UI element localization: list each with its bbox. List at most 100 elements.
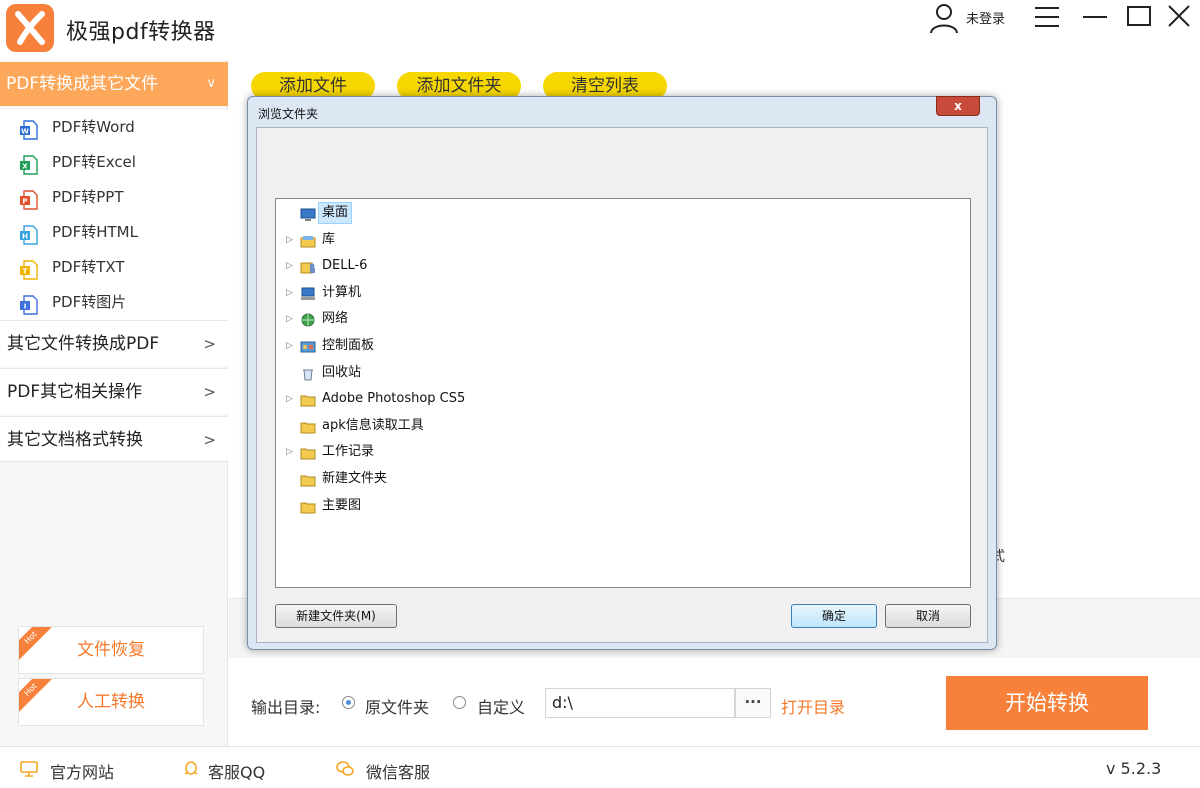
- browse-button[interactable]: ···: [735, 688, 771, 718]
- svg-text:X: X: [22, 163, 28, 171]
- expand-arrow-icon[interactable]: ▷: [286, 334, 293, 358]
- tree-node[interactable]: 回收站: [276, 361, 966, 385]
- ppt-file-icon: P: [20, 188, 38, 210]
- category-doc-format-convert[interactable]: 其它文档格式转换 >: [0, 416, 228, 462]
- official-website-link[interactable]: 官方网站: [50, 759, 114, 783]
- category-other-to-pdf[interactable]: 其它文件转换成PDF >: [0, 320, 228, 366]
- open-directory-link[interactable]: 打开目录: [781, 694, 845, 718]
- hot-badge: Hot: [19, 627, 56, 663]
- tree-node[interactable]: ▷ 库: [276, 228, 966, 252]
- sub-item-list: W PDF转Word X PDF转Excel P PDF转PPT H PDF转HTML T PDF…: [0, 110, 228, 320]
- maximize-button[interactable]: [1122, 2, 1156, 32]
- manual-convert-button[interactable]: Hot 人工转换: [18, 678, 204, 726]
- svg-text:P: P: [22, 198, 27, 206]
- category-label: 其它文件转换成PDF: [7, 334, 160, 354]
- category-label: PDF转换成其它文件: [6, 74, 159, 94]
- custom-label[interactable]: 自定义: [477, 694, 525, 718]
- tree-node[interactable]: ▷ 计算机: [276, 281, 966, 305]
- expand-arrow-icon[interactable]: ▷: [286, 440, 293, 464]
- network-icon: [300, 312, 316, 327]
- tree-node[interactable]: apk信息读取工具: [276, 414, 966, 438]
- category-pdf-other-ops[interactable]: PDF其它相关操作 >: [0, 368, 228, 414]
- computer-icon: [300, 286, 316, 300]
- close-button[interactable]: [1162, 2, 1196, 32]
- tree-node[interactable]: ▷ DELL-6: [276, 254, 966, 278]
- expand-arrow-icon[interactable]: ▷: [286, 254, 293, 278]
- folder-icon: [300, 392, 316, 407]
- sub-item-label: PDF转Word: [52, 118, 135, 136]
- category-pdf-to-other[interactable]: PDF转换成其它文件 ∨: [0, 62, 228, 106]
- wechat-support-link[interactable]: 微信客服: [366, 759, 430, 783]
- tree-node[interactable]: 新建文件夹: [276, 467, 966, 491]
- expand-arrow-icon[interactable]: ▷: [286, 281, 293, 305]
- sub-item-label: PDF转HTML: [52, 223, 138, 241]
- dialog-title: 浏览文件夹: [258, 107, 319, 121]
- sub-item-html[interactable]: H PDF转HTML: [0, 215, 228, 250]
- tree-node-label: DELL-6: [322, 258, 368, 274]
- sub-item-label: PDF转图片: [52, 293, 127, 311]
- sub-item-ppt[interactable]: P PDF转PPT: [0, 180, 228, 215]
- ok-button[interactable]: 确定: [791, 604, 877, 628]
- tree-node-label: 网络: [322, 311, 349, 327]
- tree-node-label: Adobe Photoshop CS5: [322, 391, 466, 407]
- hot-badge: Hot: [19, 679, 56, 715]
- tree-node-label: 库: [322, 231, 336, 247]
- expand-arrow-icon[interactable]: ▷: [286, 307, 293, 331]
- tree-node-label: apk信息读取工具: [322, 417, 424, 433]
- login-link[interactable]: 未登录: [966, 8, 1005, 27]
- sub-item-txt[interactable]: T PDF转TXT: [0, 250, 228, 285]
- folder-icon: [300, 472, 316, 487]
- folder-icon: [300, 445, 316, 460]
- chevron-down-icon: ∨: [206, 76, 216, 91]
- app-logo-icon: [6, 4, 54, 52]
- expand-arrow-icon[interactable]: ▷: [286, 387, 293, 411]
- browse-folder-dialog: 浏览文件夹 x 桌面 ▷ 库 ▷ DELL-6 ▷ 计算机 ▷ 网络 ▷ 控制面板 回收站 ▷ Adobe…: [247, 96, 997, 650]
- chevron-right-icon: >: [203, 383, 216, 401]
- file-recovery-label: 文件恢复: [77, 640, 145, 660]
- sub-item-图片[interactable]: I PDF转图片: [0, 285, 228, 320]
- control-panel-icon: [300, 339, 316, 353]
- manual-convert-label: 人工转换: [77, 692, 145, 712]
- sub-item-excel[interactable]: X PDF转Excel: [0, 145, 228, 180]
- new-folder-button[interactable]: 新建文件夹(M): [275, 604, 397, 628]
- menu-button[interactable]: [1030, 2, 1064, 32]
- tree-node[interactable]: ▷ Adobe Photoshop CS5: [276, 387, 966, 411]
- image-file-icon: I: [20, 293, 38, 315]
- user-icon[interactable]: [928, 2, 960, 34]
- wechat-icon: [336, 761, 354, 777]
- tree-node-label: 工作记录: [322, 444, 375, 460]
- sidebar: PDF转换成其它文件 ∨ W PDF转Word X PDF转Excel P PDF转PPT…: [0, 60, 228, 746]
- app-window: 极强pdf转换器 未登录 PDF转换成其它文件 ∨ W PDF转Word X P…: [0, 0, 1200, 788]
- radio-custom[interactable]: [453, 696, 466, 709]
- library-icon: [300, 233, 316, 248]
- user-folder-icon: [300, 259, 316, 274]
- tree-node[interactable]: 桌面: [276, 201, 966, 225]
- sub-item-label: PDF转PPT: [52, 188, 124, 206]
- cancel-button[interactable]: 取消: [885, 604, 971, 628]
- file-recovery-button[interactable]: Hot 文件恢复: [18, 626, 204, 674]
- dialog-close-button[interactable]: x: [936, 96, 980, 116]
- monitor-icon: [20, 761, 38, 777]
- word-file-icon: W: [20, 118, 38, 140]
- tree-node[interactable]: 主要图: [276, 494, 966, 518]
- version-label: v 5.2.3: [1106, 759, 1162, 778]
- tree-node[interactable]: ▷ 控制面板: [276, 334, 966, 358]
- tree-node[interactable]: ▷ 网络: [276, 307, 966, 331]
- tree-node-label: 计算机: [322, 284, 362, 300]
- txt-file-icon: T: [20, 258, 38, 280]
- recycle-bin-icon: [300, 366, 316, 381]
- start-convert-button[interactable]: 开始转换: [946, 676, 1148, 730]
- sub-item-word[interactable]: W PDF转Word: [0, 110, 228, 145]
- app-title: 极强pdf转换器: [66, 20, 216, 45]
- output-path-input[interactable]: d:\: [545, 688, 735, 718]
- folder-tree: 桌面 ▷ 库 ▷ DELL-6 ▷ 计算机 ▷ 网络 ▷ 控制面板 回收站 ▷ Adobe Photosh…: [275, 198, 971, 588]
- footer: 官方网站 客服QQ 微信客服 v 5.2.3: [0, 746, 1200, 788]
- expand-arrow-icon[interactable]: ▷: [286, 228, 293, 252]
- source-folder-label[interactable]: 原文件夹: [365, 694, 429, 718]
- sub-item-label: PDF转TXT: [52, 258, 125, 276]
- radio-source-folder[interactable]: [342, 696, 355, 709]
- minimize-button[interactable]: [1078, 2, 1112, 32]
- dialog-body: 桌面 ▷ 库 ▷ DELL-6 ▷ 计算机 ▷ 网络 ▷ 控制面板 回收站 ▷ Adobe Photosh…: [256, 127, 988, 643]
- tree-node[interactable]: ▷ 工作记录: [276, 440, 966, 464]
- qq-support-link[interactable]: 客服QQ: [208, 759, 265, 783]
